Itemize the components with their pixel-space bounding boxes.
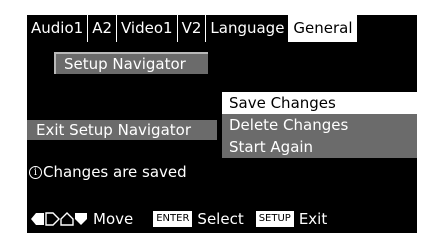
arrow-up-icon: [60, 212, 74, 226]
exit-setup-navigator-button[interactable]: Exit Setup Navigator: [27, 120, 217, 140]
setup-key: SETUP: [255, 211, 294, 227]
tab-general[interactable]: General: [289, 15, 357, 42]
arrow-keys-svg: [31, 212, 87, 226]
menu-item-delete-changes[interactable]: Delete Changes: [222, 114, 417, 136]
arrow-left-icon: [31, 213, 44, 225]
changes-menu: Save Changes Delete Changes Start Again: [222, 92, 417, 158]
tab-v2[interactable]: V2: [177, 15, 207, 42]
menu-item-save-changes[interactable]: Save Changes: [222, 92, 417, 114]
osd-screen: Audio1 A2 Video1 V2 Language General Set…: [27, 15, 417, 233]
tab-a2[interactable]: A2: [88, 15, 117, 42]
info-icon: i: [29, 165, 42, 179]
arrow-keys-icon: [30, 211, 88, 227]
setup-navigator-button[interactable]: Setup Navigator: [54, 52, 208, 74]
tab-audio1[interactable]: Audio1: [27, 15, 89, 42]
tab-video1[interactable]: Video1: [117, 15, 178, 42]
arrow-right-icon: [45, 212, 60, 226]
status-message: i Changes are saved: [27, 161, 187, 183]
footer-hints: Move ENTER Select SETUP Exit: [27, 207, 417, 231]
exit-label: Exit: [298, 210, 328, 228]
select-label: Select: [197, 210, 244, 228]
status-text: Changes are saved: [43, 163, 187, 181]
arrow-down-icon: [75, 213, 87, 225]
move-label: Move: [93, 210, 134, 228]
enter-key: ENTER: [153, 211, 193, 227]
menu-item-start-again[interactable]: Start Again: [222, 136, 417, 158]
tab-bar: Audio1 A2 Video1 V2 Language General: [27, 15, 357, 42]
tab-language[interactable]: Language: [206, 15, 290, 42]
